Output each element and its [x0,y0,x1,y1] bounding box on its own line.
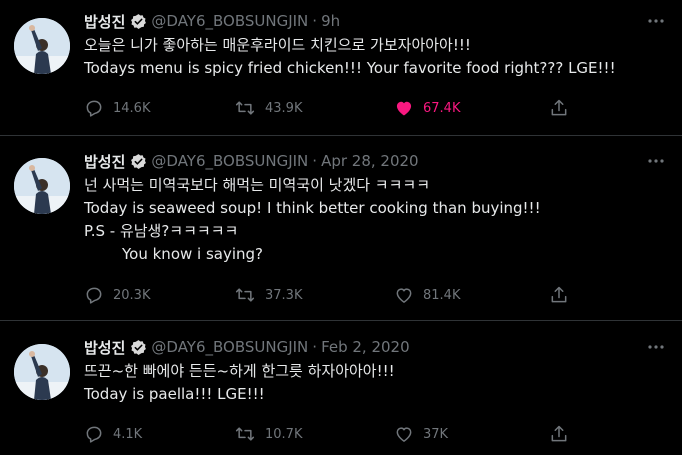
handle[interactable]: @DAY6_BOBSUNGJIN [151,338,308,356]
like-count: 37K [423,426,449,442]
reply-count: 14.6K [113,100,151,116]
retweet-icon [235,427,255,441]
action-bar: 20.3K 37.3K 81.4K [84,283,584,307]
tweet-text-line: 넌 사먹는 미역국보다 해먹는 미역국이 낫겠다 ㅋㅋㅋㅋ [84,176,431,194]
timestamp[interactable]: 9h [321,12,340,30]
tweet-text: 넌 사먹는 미역국보다 해먹는 미역국이 낫겠다 ㅋㅋㅋㅋ Today is s… [84,174,541,266]
action-bar: 14.6K 43.9K 67.4K [84,96,584,120]
retweet-icon [235,101,255,115]
like-count: 81.4K [423,287,461,303]
share-icon [551,286,567,303]
tweet-text-line: Today is seaweed soup! I think better co… [84,199,541,217]
action-bar: 4.1K 10.7K 37K [84,422,584,446]
heart-icon [396,288,412,303]
like-button[interactable]: 81.4K [394,283,460,307]
verified-badge-icon [130,339,147,356]
more-options-icon[interactable] [646,153,666,169]
more-options-icon[interactable] [646,13,666,29]
reply-button[interactable]: 20.3K [84,283,150,307]
reply-count: 4.1K [113,426,143,442]
tweet[interactable]: 밥성진 @DAY6_BOBSUNGJIN · Feb 2, 2020 뜨끈~한 … [0,336,682,455]
reply-icon [86,426,102,443]
divider [0,320,682,321]
display-name[interactable]: 밥성진 [84,337,125,358]
timestamp[interactable]: Feb 2, 2020 [321,338,410,356]
display-name[interactable]: 밥성진 [84,11,125,32]
reply-count: 20.3K [113,287,151,303]
share-icon [551,99,567,116]
more-options-icon[interactable] [646,339,666,355]
heart-icon [396,101,412,116]
separator-dot: · [312,12,318,30]
tweet-text: 오늘은 니가 좋아하는 매운후라이드 치킨으로 가보자아아아!!! Todays… [84,34,616,80]
retweet-button[interactable]: 10.7K [234,422,302,446]
retweet-count: 10.7K [265,426,303,442]
reply-button[interactable]: 4.1K [84,422,142,446]
reply-button[interactable]: 14.6K [84,96,150,120]
avatar[interactable] [14,158,70,214]
display-name[interactable]: 밥성진 [84,151,125,172]
tweet-text-line: 뜨끈~한 빠에야 든든~하게 한그릇 하자아아아!!! [84,362,395,380]
tweet[interactable]: 밥성진 @DAY6_BOBSUNGJIN · Apr 28, 2020 넌 사먹… [0,150,682,320]
verified-badge-icon [130,13,147,30]
avatar[interactable] [14,344,70,400]
tweet-text-line: 오늘은 니가 좋아하는 매운후라이드 치킨으로 가보자아아아!!! [84,36,471,54]
retweet-count: 43.9K [265,100,303,116]
timestamp[interactable]: Apr 28, 2020 [321,152,419,170]
separator-dot: · [312,338,318,356]
like-button[interactable]: 67.4K [394,96,460,120]
reply-icon [86,287,102,304]
separator-dot: · [312,152,318,170]
avatar[interactable] [14,18,70,74]
tweet-text-line: P.S - 유남생?ㅋㅋㅋㅋㅋ [84,222,239,240]
heart-icon [396,427,412,442]
retweet-count: 37.3K [265,287,303,303]
share-button[interactable] [549,422,569,446]
handle[interactable]: @DAY6_BOBSUNGJIN [151,152,308,170]
divider [0,135,682,136]
like-count: 67.4K [423,100,461,116]
share-icon [551,425,567,442]
handle[interactable]: @DAY6_BOBSUNGJIN [151,12,308,30]
retweet-button[interactable]: 37.3K [234,283,302,307]
share-button[interactable] [549,96,569,120]
tweet-text-line: Today is paella!!! LGE!!! [84,385,265,403]
retweet-button[interactable]: 43.9K [234,96,302,120]
tweet[interactable]: 밥성진 @DAY6_BOBSUNGJIN · 9h 오늘은 니가 좋아하는 매운… [0,10,682,135]
tweet-text-line: You know i saying? [122,245,264,263]
retweet-icon [235,288,255,302]
share-button[interactable] [549,283,569,307]
like-button[interactable]: 37K [394,422,448,446]
tweet-text-line: Todays menu is spicy fried chicken!!! Yo… [84,59,616,77]
verified-badge-icon [130,153,147,170]
tweet-text: 뜨끈~한 빠에야 든든~하게 한그릇 하자아아아!!! Today is pae… [84,360,395,406]
reply-icon [86,100,102,117]
